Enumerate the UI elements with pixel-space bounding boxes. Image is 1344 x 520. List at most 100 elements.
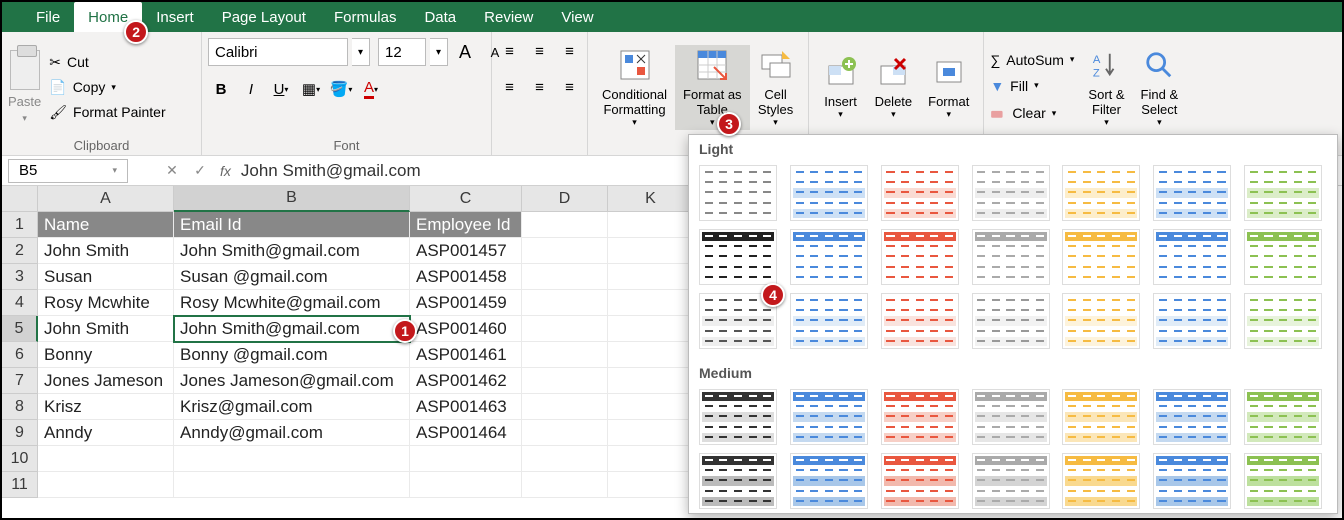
cell-D4[interactable] [522,290,608,316]
table-style-option[interactable] [699,453,777,509]
borders-button[interactable]: ▦ ▾ [298,76,324,102]
cell-C3[interactable]: ASP001458 [410,264,522,290]
autosum-button[interactable]: ∑AutoSum ▾ [990,50,1074,70]
table-style-option[interactable] [1153,293,1231,349]
cell-C1[interactable]: Employee Id [410,212,522,238]
cell-A3[interactable]: Susan [38,264,174,290]
row-header-9[interactable]: 9 [2,420,38,446]
table-style-option[interactable] [1244,293,1322,349]
font-size-select[interactable] [378,38,426,66]
conditional-formatting-button[interactable]: Conditional Formatting ▾ [594,45,675,130]
cell-C2[interactable]: ASP001457 [410,238,522,264]
cell-B6[interactable]: Bonny @gmail.com [174,342,410,368]
format-as-table-button[interactable]: Format as Table ▾ 3 [675,45,750,130]
row-header-1[interactable]: 1 [2,212,38,238]
delete-cells-button[interactable]: Delete▾ [867,52,921,122]
align-center-button[interactable]: ≡ [527,74,553,100]
tab-home[interactable]: Home 2 [74,2,142,32]
table-style-option[interactable] [972,389,1050,445]
row-header-5[interactable]: 5 [2,316,38,342]
table-style-option[interactable] [881,453,959,509]
table-style-option[interactable] [699,229,777,285]
table-style-option[interactable] [881,389,959,445]
confirm-edit-button[interactable]: ✓ [186,162,214,179]
cell-K1[interactable] [608,212,694,238]
cell-A5[interactable]: John Smith [38,316,174,342]
table-style-option[interactable] [1244,453,1322,509]
cell-A9[interactable]: Anndy [38,420,174,446]
table-style-option[interactable] [790,453,868,509]
row-header-10[interactable]: 10 [2,446,38,472]
table-style-option[interactable] [1244,229,1322,285]
cell-D9[interactable] [522,420,608,446]
table-style-option[interactable] [1153,165,1231,221]
cell-K9[interactable] [608,420,694,446]
cell-B3[interactable]: Susan @gmail.com [174,264,410,290]
cell-B5[interactable]: John Smith@gmail.com 1 [174,316,410,342]
cell-C7[interactable]: ASP001462 [410,368,522,394]
cell-D5[interactable] [522,316,608,342]
format-cells-button[interactable]: Format▾ [920,52,977,122]
col-header-D[interactable]: D [522,186,608,212]
cell-A11[interactable] [38,472,174,498]
cell-K6[interactable] [608,342,694,368]
table-style-option[interactable] [1062,453,1140,509]
col-header-K[interactable]: K [608,186,694,212]
align-top-button[interactable]: ≡ [497,38,523,64]
cell-D8[interactable] [522,394,608,420]
sort-filter-button[interactable]: AZ Sort & Filter▾ [1080,45,1132,130]
cell-D1[interactable] [522,212,608,238]
clear-button[interactable]: Clear ▾ [990,102,1056,125]
grow-font-button[interactable]: A [452,39,478,65]
cell-B11[interactable] [174,472,410,498]
cut-button[interactable]: ✂ Cut [49,52,89,73]
cell-B9[interactable]: Anndy@gmail.com [174,420,410,446]
table-style-option[interactable] [881,293,959,349]
col-header-C[interactable]: C [410,186,522,212]
tab-page-layout[interactable]: Page Layout [208,2,320,32]
cell-C8[interactable]: ASP001463 [410,394,522,420]
align-right-button[interactable]: ≡ [557,74,583,100]
cell-B1[interactable]: Email Id [174,212,410,238]
tab-view[interactable]: View [547,2,607,32]
table-style-option[interactable] [881,229,959,285]
cell-A1[interactable]: Name [38,212,174,238]
cell-A8[interactable]: Krisz [38,394,174,420]
cell-D10[interactable] [522,446,608,472]
row-header-7[interactable]: 7 [2,368,38,394]
table-style-option[interactable] [790,165,868,221]
cell-C10[interactable] [410,446,522,472]
format-painter-button[interactable]: 🖌 Format Painter [49,102,165,123]
table-style-option[interactable] [1244,389,1322,445]
tab-insert[interactable]: Insert [142,2,208,32]
cell-B4[interactable]: Rosy Mcwhite@gmail.com [174,290,410,316]
find-select-button[interactable]: Find & Select▾ [1133,45,1187,130]
cell-K10[interactable] [608,446,694,472]
tab-file[interactable]: File [22,2,74,32]
table-style-option[interactable] [972,293,1050,349]
row-header-11[interactable]: 11 [2,472,38,498]
fill-button[interactable]: ▼Fill ▾ [990,76,1038,96]
cell-C11[interactable] [410,472,522,498]
cell-A6[interactable]: Bonny [38,342,174,368]
cell-C9[interactable]: ASP001464 [410,420,522,446]
table-style-option[interactable] [790,389,868,445]
cell-B8[interactable]: Krisz@gmail.com [174,394,410,420]
fill-color-button[interactable]: 🪣▾ [328,76,354,102]
table-style-option[interactable] [1153,229,1231,285]
row-header-2[interactable]: 2 [2,238,38,264]
table-style-option[interactable] [972,453,1050,509]
cell-D3[interactable] [522,264,608,290]
copy-button[interactable]: 📄 Copy ▾ [49,77,116,98]
tab-data[interactable]: Data [410,2,470,32]
table-style-option[interactable] [1062,389,1140,445]
tab-formulas[interactable]: Formulas [320,2,411,32]
table-style-option[interactable] [790,229,868,285]
insert-cells-button[interactable]: Insert▾ [815,52,867,122]
cell-K8[interactable] [608,394,694,420]
cell-K4[interactable] [608,290,694,316]
row-header-4[interactable]: 4 [2,290,38,316]
cell-A4[interactable]: Rosy Mcwhite [38,290,174,316]
font-size-dropdown[interactable]: ▾ [430,38,448,66]
row-header-8[interactable]: 8 [2,394,38,420]
